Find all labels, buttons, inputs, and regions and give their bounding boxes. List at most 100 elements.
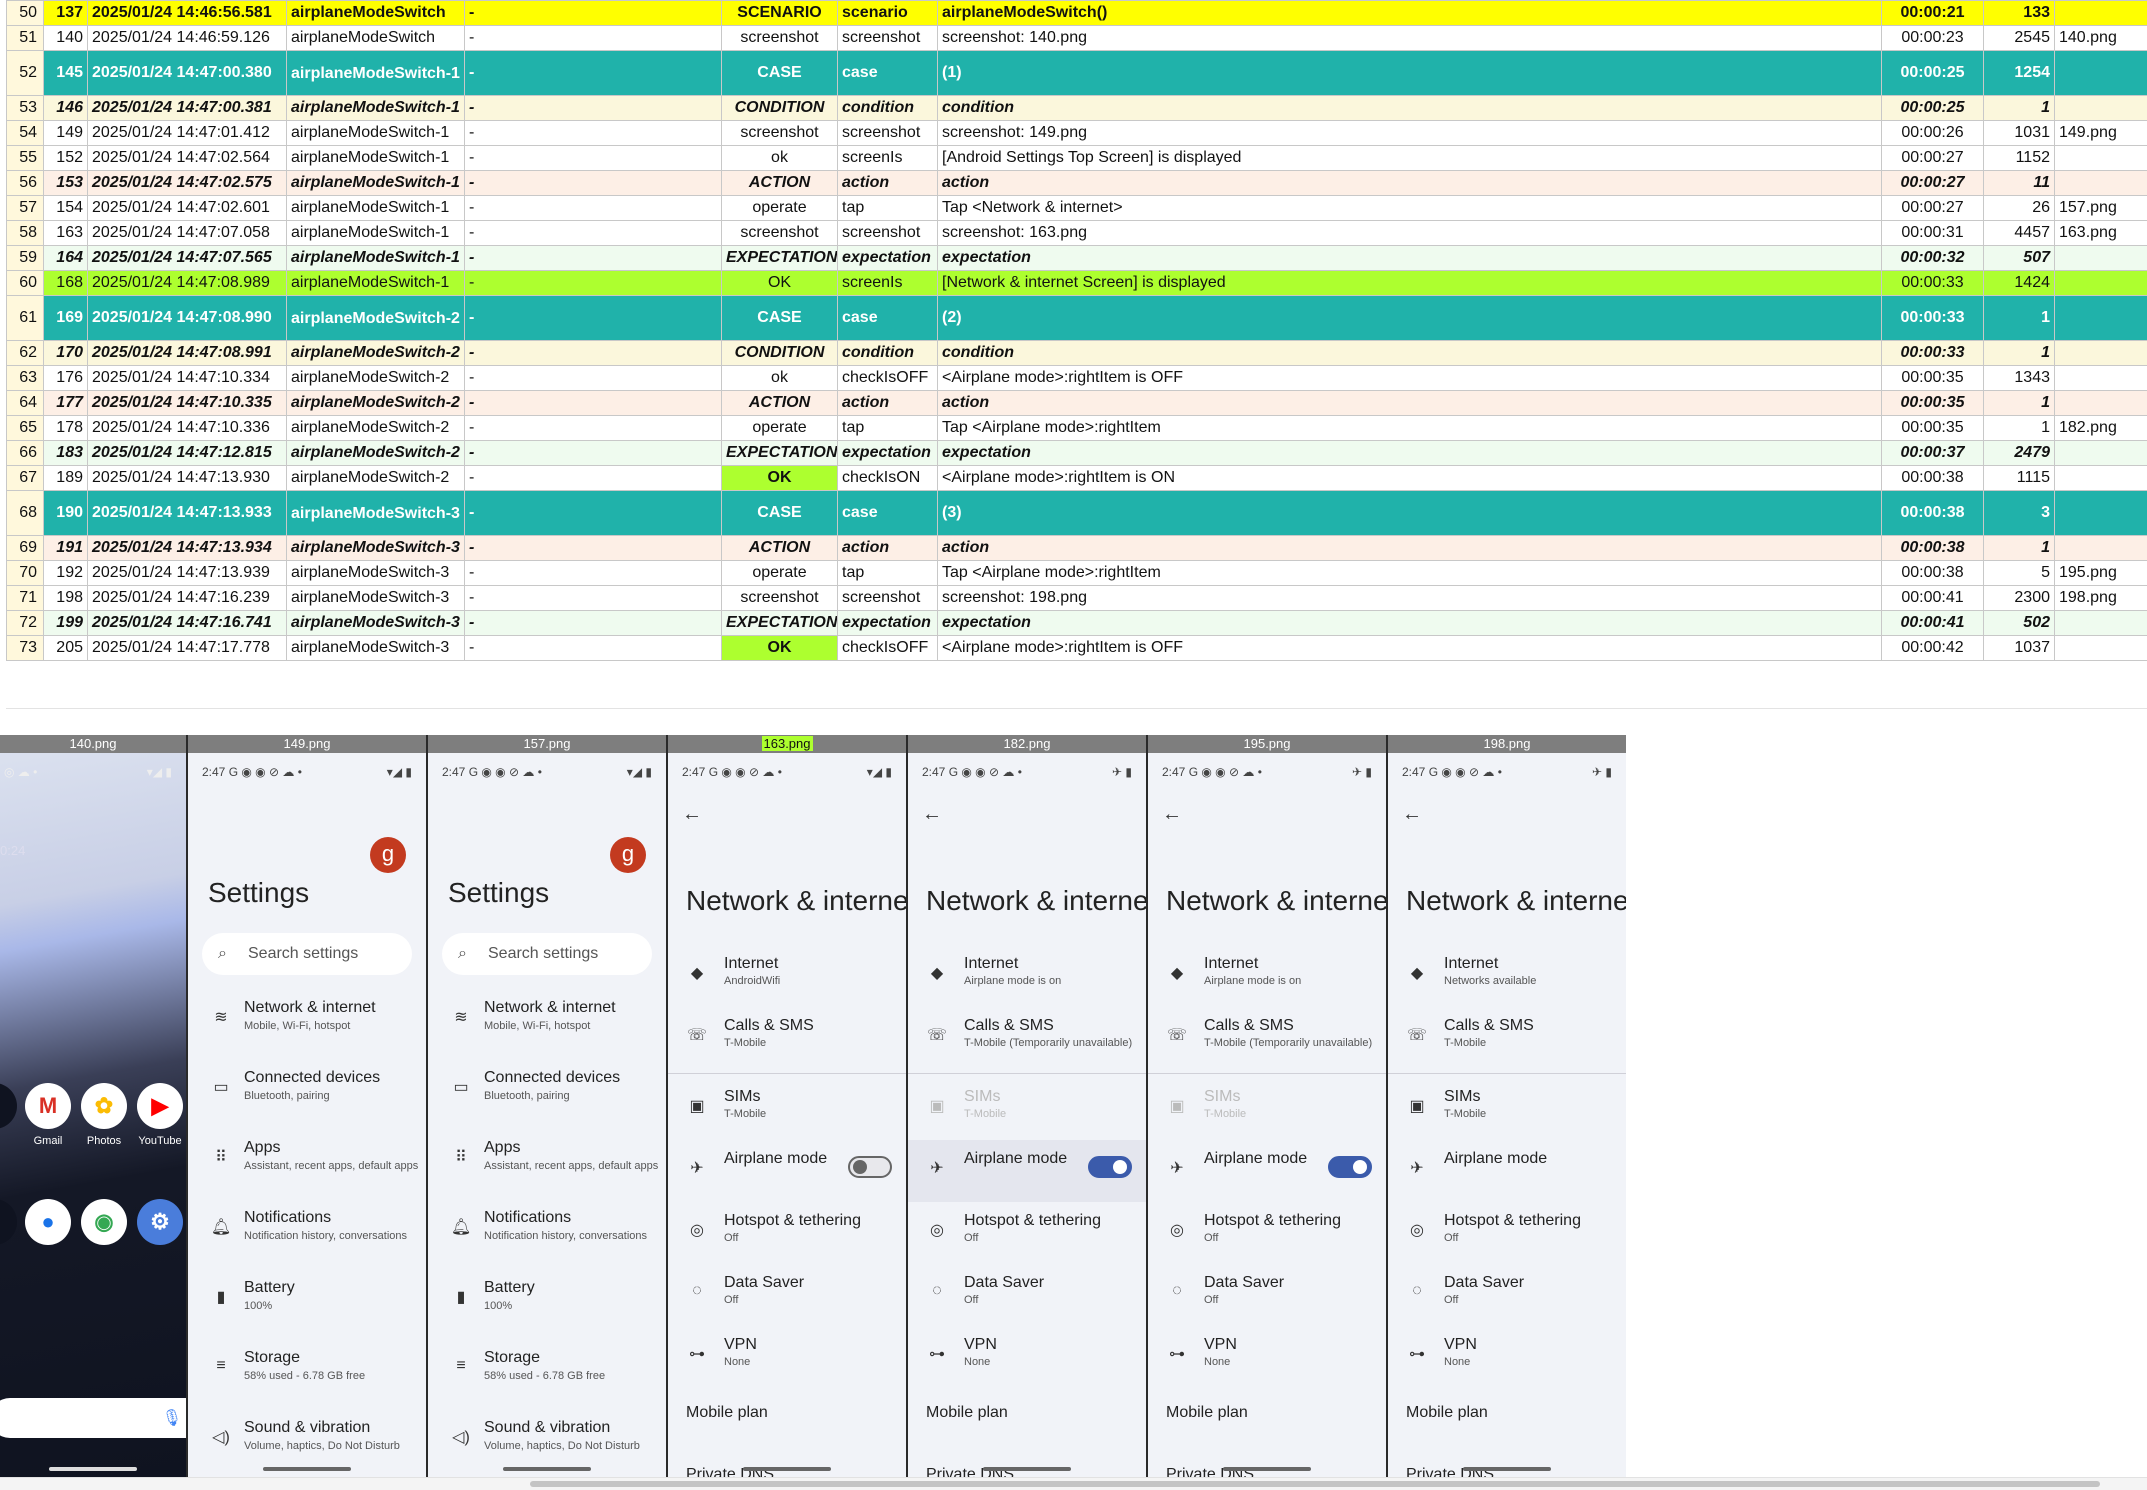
gesture-bar[interactable] [743, 1467, 831, 1471]
dock-app-icon[interactable]: ● [24, 1199, 72, 1251]
back-arrow-icon[interactable]: ← [1402, 803, 1422, 826]
table-row[interactable]: 58 163 2025/01/24 14:47:07.058 airplaneMode… [6, 220, 2147, 246]
table-row[interactable]: 67 189 2025/01/24 14:47:13.930 airplaneMode… [6, 465, 2147, 491]
settings-item[interactable]: ≡ Storage 58% used - 6.78 GB free [428, 1343, 666, 1413]
table-row[interactable]: 57 154 2025/01/24 14:47:02.601 airplaneMode… [6, 195, 2147, 221]
network-item[interactable]: Mobile plan [908, 1388, 1146, 1450]
table-row[interactable]: 69 191 2025/01/24 14:47:13.934 airplaneMode… [6, 535, 2147, 561]
gesture-bar[interactable] [1223, 1467, 1311, 1471]
settings-item[interactable]: ▭ Connected devices Bluetooth, pairing [428, 1063, 666, 1133]
home-search-bar[interactable]: 🎙︎◉ [0, 1398, 186, 1438]
table-row[interactable]: 60 168 2025/01/24 14:47:08.989 airplaneMode… [6, 270, 2147, 296]
network-item[interactable]: ⊶ VPN None [668, 1326, 906, 1388]
settings-item[interactable]: ⠿ Apps Assistant, recent apps, default app… [188, 1133, 426, 1203]
airplane-mode-toggle[interactable] [1088, 1156, 1132, 1178]
network-item[interactable]: ✈ Airplane mode [668, 1140, 906, 1202]
screenshot-panel-182[interactable]: 182.png 2:47 G ◉ ◉ ⊘ ☁ • ✈ ▮ ← Network & int… [906, 735, 1146, 1477]
scrollbar-thumb[interactable] [530, 1481, 2100, 1487]
gesture-bar[interactable] [1463, 1467, 1551, 1471]
network-item[interactable]: ☏ Calls & SMS T-Mobile [1388, 1007, 1626, 1069]
network-item[interactable]: Mobile plan [668, 1388, 906, 1450]
network-item[interactable]: ☏ Calls & SMS T-Mobile (Temporarily unavai… [908, 1007, 1146, 1069]
network-item[interactable]: ◆ Internet Airplane mode is on [1148, 945, 1386, 1007]
table-row[interactable]: 61 169 2025/01/24 14:47:08.990 airplaneMode… [6, 295, 2147, 341]
table-row[interactable]: 71 198 2025/01/24 14:47:16.239 airplaneMode… [6, 585, 2147, 611]
network-item[interactable]: Private DNSAutomatic [1388, 1450, 1626, 1477]
network-item[interactable]: Mobile plan [1388, 1388, 1626, 1450]
settings-item[interactable]: ▮ Battery 100% [428, 1273, 666, 1343]
network-item[interactable]: ◎ Hotspot & tethering Off [908, 1202, 1146, 1264]
network-item[interactable]: ▣ SIMs T-Mobile [908, 1078, 1146, 1140]
network-item[interactable]: Private DNSAutomatic [908, 1450, 1146, 1477]
network-item[interactable]: ⊶ VPN None [1388, 1326, 1626, 1388]
network-item[interactable]: ▣ SIMs T-Mobile [1148, 1078, 1386, 1140]
network-item[interactable]: ◎ Hotspot & tethering Off [668, 1202, 906, 1264]
table-row[interactable]: 64 177 2025/01/24 14:47:10.335 airplaneMode… [6, 390, 2147, 416]
network-item[interactable]: Mobile plan [1148, 1388, 1386, 1450]
network-item[interactable]: ✈ Airplane mode [1388, 1140, 1626, 1202]
screenshot-panel-198[interactable]: 198.png 2:47 G ◉ ◉ ⊘ ☁ • ✈ ▮ ← Network & int… [1386, 735, 1626, 1477]
network-item[interactable]: ◌ Data Saver Off [668, 1264, 906, 1326]
table-row[interactable]: 65 178 2025/01/24 14:47:10.336 airplaneMode… [6, 415, 2147, 441]
screenshot-panel-140[interactable]: 140.png ◎ ☁ •▾◢ ▮ 0:24 eMGmail✿Photos▶YouTu… [0, 735, 186, 1477]
back-arrow-icon[interactable]: ← [682, 803, 702, 826]
mic-icon[interactable]: 🎙︎ [162, 1408, 182, 1428]
network-item[interactable]: ▣ SIMs T-Mobile [668, 1078, 906, 1140]
network-item[interactable]: ✈ Airplane mode [1148, 1140, 1386, 1202]
network-item[interactable]: Private DNSAutomatic [1148, 1450, 1386, 1477]
settings-item[interactable]: 🔔︎ Notifications Notification history, con… [428, 1203, 666, 1273]
network-item[interactable]: ☏ Calls & SMS T-Mobile [668, 1007, 906, 1069]
app-icon-youtube[interactable]: ▶ YouTube [136, 1083, 184, 1147]
settings-item[interactable]: 🔔︎ Notifications Notification history, con… [188, 1203, 426, 1273]
avatar[interactable]: g [610, 837, 646, 873]
table-row[interactable]: 62 170 2025/01/24 14:47:08.991 airplaneMode… [6, 340, 2147, 366]
table-row[interactable]: 73 205 2025/01/24 14:47:17.778 airplaneMode… [6, 635, 2147, 661]
table-row[interactable]: 66 183 2025/01/24 14:47:12.815 airplaneMode… [6, 440, 2147, 466]
network-item[interactable]: ◌ Data Saver Off [908, 1264, 1146, 1326]
network-item[interactable]: ☏ Calls & SMS T-Mobile (Temporarily unavai… [1148, 1007, 1386, 1069]
gesture-bar[interactable] [49, 1467, 137, 1471]
network-item[interactable]: ✈ Airplane mode [908, 1140, 1146, 1202]
back-arrow-icon[interactable]: ← [1162, 803, 1182, 826]
dock-app-icon[interactable]: ◉ [80, 1199, 128, 1251]
screenshot-panel-163[interactable]: 163.png 2:47 G ◉ ◉ ⊘ ☁ • ▾◢ ▮ ← Network & in… [666, 735, 906, 1477]
screenshot-panel-195[interactable]: 195.png 2:47 G ◉ ◉ ⊘ ☁ • ✈ ▮ ← Network & int… [1146, 735, 1386, 1477]
table-row[interactable]: 72 199 2025/01/24 14:47:16.741 airplaneMode… [6, 610, 2147, 636]
network-item[interactable]: ◆ Internet Airplane mode is on [908, 945, 1146, 1007]
table-row[interactable]: 59 164 2025/01/24 14:47:07.565 airplaneMode… [6, 245, 2147, 271]
network-item[interactable]: ◆ Internet AndroidWifi [668, 945, 906, 1007]
airplane-mode-toggle[interactable] [1328, 1156, 1372, 1178]
table-row[interactable]: 55 152 2025/01/24 14:47:02.564 airplaneMode… [6, 145, 2147, 171]
screenshot-gallery[interactable]: 140.png ◎ ☁ •▾◢ ▮ 0:24 eMGmail✿Photos▶YouTu… [0, 735, 2147, 1477]
settings-item[interactable]: ≋ Network & internet Mobile, Wi-Fi, hotspo… [428, 993, 666, 1063]
avatar[interactable]: g [370, 837, 406, 873]
settings-item[interactable]: ▮ Battery 100% [188, 1273, 426, 1343]
network-item[interactable]: Private DNSAutomatic [668, 1450, 906, 1477]
settings-item[interactable]: ▭ Connected devices Bluetooth, pairing [188, 1063, 426, 1133]
table-row[interactable]: 68 190 2025/01/24 14:47:13.933 airplaneMode… [6, 490, 2147, 536]
airplane-mode-toggle[interactable] [848, 1156, 892, 1178]
network-item[interactable]: ◎ Hotspot & tethering Off [1148, 1202, 1386, 1264]
app-icon-e[interactable]: e [0, 1083, 18, 1147]
app-icon-gmail[interactable]: M Gmail [24, 1083, 72, 1147]
table-row[interactable]: 51 140 2025/01/24 14:46:59.126 airplaneMode… [6, 25, 2147, 51]
table-row[interactable]: 63 176 2025/01/24 14:47:10.334 airplaneMode… [6, 365, 2147, 391]
table-row[interactable]: 53 146 2025/01/24 14:47:00.381 airplaneMode… [6, 95, 2147, 121]
gesture-bar[interactable] [983, 1467, 1071, 1471]
table-row[interactable]: 52 145 2025/01/24 14:47:00.380 airplaneMode… [6, 50, 2147, 96]
network-item[interactable]: ⊶ VPN None [1148, 1326, 1386, 1388]
app-icon-photos[interactable]: ✿ Photos [80, 1083, 128, 1147]
network-item[interactable]: ◌ Data Saver Off [1388, 1264, 1626, 1326]
dock-app-icon[interactable]: ⚙ [136, 1199, 184, 1251]
network-item[interactable]: ⊶ VPN None [908, 1326, 1146, 1388]
settings-item[interactable]: ⠿ Apps Assistant, recent apps, default app… [428, 1133, 666, 1203]
table-row[interactable]: 70 192 2025/01/24 14:47:13.939 airplaneMode… [6, 560, 2147, 586]
settings-item[interactable]: ≋ Network & internet Mobile, Wi-Fi, hotspo… [188, 993, 426, 1063]
network-item[interactable]: ▣ SIMs T-Mobile [1388, 1078, 1626, 1140]
network-item[interactable]: ◎ Hotspot & tethering Off [1388, 1202, 1626, 1264]
search-input[interactable]: ⌕ Search settings [442, 933, 652, 975]
screenshot-panel-157[interactable]: 157.png 2:47 G ◉ ◉ ⊘ ☁ • ▾◢ ▮ g Settings ⌕ Sea… [426, 735, 666, 1477]
network-item[interactable]: ◆ Internet Networks available [1388, 945, 1626, 1007]
horizontal-scrollbar[interactable] [0, 1477, 2147, 1490]
table-row[interactable]: 56 153 2025/01/24 14:47:02.575 airplaneMode… [6, 170, 2147, 196]
